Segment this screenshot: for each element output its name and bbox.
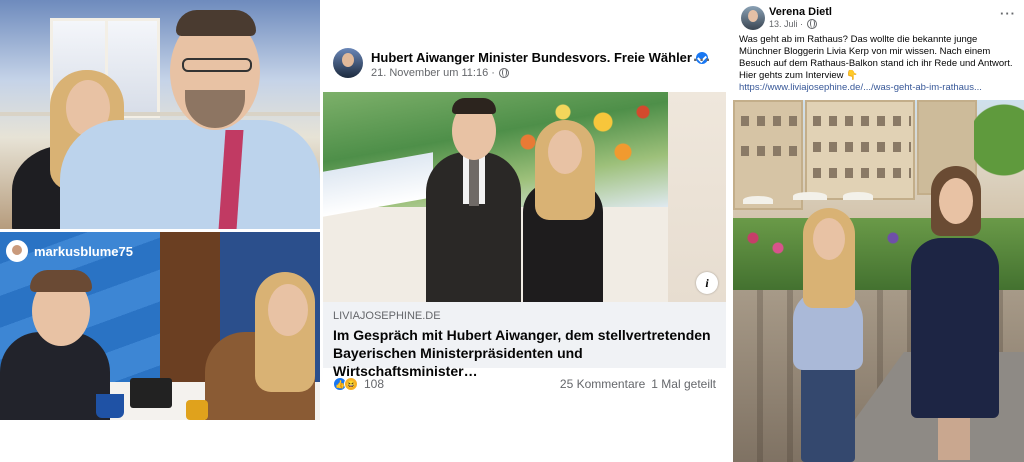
market-umbrella bbox=[793, 192, 827, 200]
author-name[interactable]: Verena Dietl bbox=[769, 6, 832, 18]
tree bbox=[974, 100, 1024, 190]
man-hair bbox=[30, 270, 92, 292]
post-text: Was geht ab im Rathaus? Das wollte die b… bbox=[739, 34, 1013, 81]
mug bbox=[96, 394, 124, 418]
post-date[interactable]: 21. November um 11:16 · bbox=[371, 67, 495, 79]
link-preview[interactable]: LIVIAJOSEPHINE.DE Im Gespräch mit Hubert… bbox=[323, 302, 726, 379]
man-hair bbox=[176, 10, 256, 36]
user-avatar-icon bbox=[6, 240, 28, 262]
author-name[interactable]: Hubert Aiwanger Minister Bundesvors. Fre… bbox=[371, 50, 708, 65]
market-umbrella bbox=[843, 192, 873, 200]
facebook-post-center: Hubert Aiwanger Minister Bundesvors. Fre… bbox=[323, 32, 726, 402]
author-avatar[interactable] bbox=[333, 48, 363, 78]
man-shirt bbox=[60, 120, 320, 229]
more-options-button[interactable]: ··· bbox=[1000, 6, 1016, 21]
man-hair bbox=[452, 98, 496, 114]
woman-dress bbox=[911, 238, 999, 418]
building-windows bbox=[813, 142, 911, 152]
honey-jar bbox=[186, 400, 208, 420]
building-windows bbox=[813, 168, 911, 178]
post-photo[interactable] bbox=[733, 100, 1024, 462]
facebook-post-right: Verena Dietl 13. Juli · ··· Was geht ab … bbox=[733, 0, 1024, 462]
more-options-button[interactable]: ··· bbox=[693, 52, 712, 70]
woman-face bbox=[939, 178, 973, 224]
girl-jeans bbox=[801, 365, 855, 462]
man-tie bbox=[469, 158, 479, 206]
collage: markusblume75 Hubert Aiwanger Minister B… bbox=[0, 0, 1024, 462]
comments-count[interactable]: 25 Kommentare bbox=[560, 377, 645, 391]
woman-face bbox=[268, 284, 308, 336]
building-windows bbox=[741, 116, 799, 126]
post-meta: 13. Juli · bbox=[769, 19, 818, 29]
selfie-photo bbox=[0, 0, 320, 229]
info-icon[interactable]: i bbox=[696, 272, 718, 294]
instagram-user-tag[interactable]: markusblume75 bbox=[6, 240, 133, 262]
wall bbox=[668, 92, 726, 302]
author-name-text[interactable]: Hubert Aiwanger Minister Bundesvors. Fre… bbox=[371, 50, 692, 65]
tablet bbox=[130, 378, 172, 408]
shares-count[interactable]: 1 Mal geteilt bbox=[651, 377, 716, 391]
link-domain: LIVIAJOSEPHINE.DE bbox=[333, 310, 441, 322]
globe-icon bbox=[807, 19, 818, 29]
building-windows bbox=[813, 116, 911, 126]
post-date[interactable]: 13. Juli · bbox=[769, 19, 803, 29]
globe-icon bbox=[498, 68, 509, 78]
post-header: Hubert Aiwanger Minister Bundesvors. Fre… bbox=[323, 32, 726, 92]
instagram-username[interactable]: markusblume75 bbox=[34, 244, 133, 259]
instagram-interview-photo: markusblume75 bbox=[0, 232, 320, 420]
post-photo[interactable]: i bbox=[323, 92, 726, 302]
building bbox=[805, 100, 915, 200]
building bbox=[733, 100, 803, 210]
post-stats: 👍 😆 108 25 Kommentare 1 Mal geteilt bbox=[323, 372, 726, 396]
post-meta: 21. November um 11:16 · bbox=[371, 67, 509, 79]
woman-legs bbox=[938, 415, 970, 460]
reaction-count[interactable]: 108 bbox=[364, 377, 384, 391]
girl-face bbox=[813, 218, 845, 260]
market-umbrella bbox=[743, 196, 773, 204]
woman-face bbox=[548, 130, 582, 174]
railing bbox=[0, 112, 320, 116]
author-avatar[interactable] bbox=[741, 6, 765, 30]
haha-reaction-icon[interactable]: 😆 bbox=[344, 377, 358, 391]
building-windows bbox=[741, 146, 799, 156]
man-glasses bbox=[182, 58, 252, 72]
post-link[interactable]: https://www.liviajosephine.de/.../was-ge… bbox=[739, 82, 1021, 93]
